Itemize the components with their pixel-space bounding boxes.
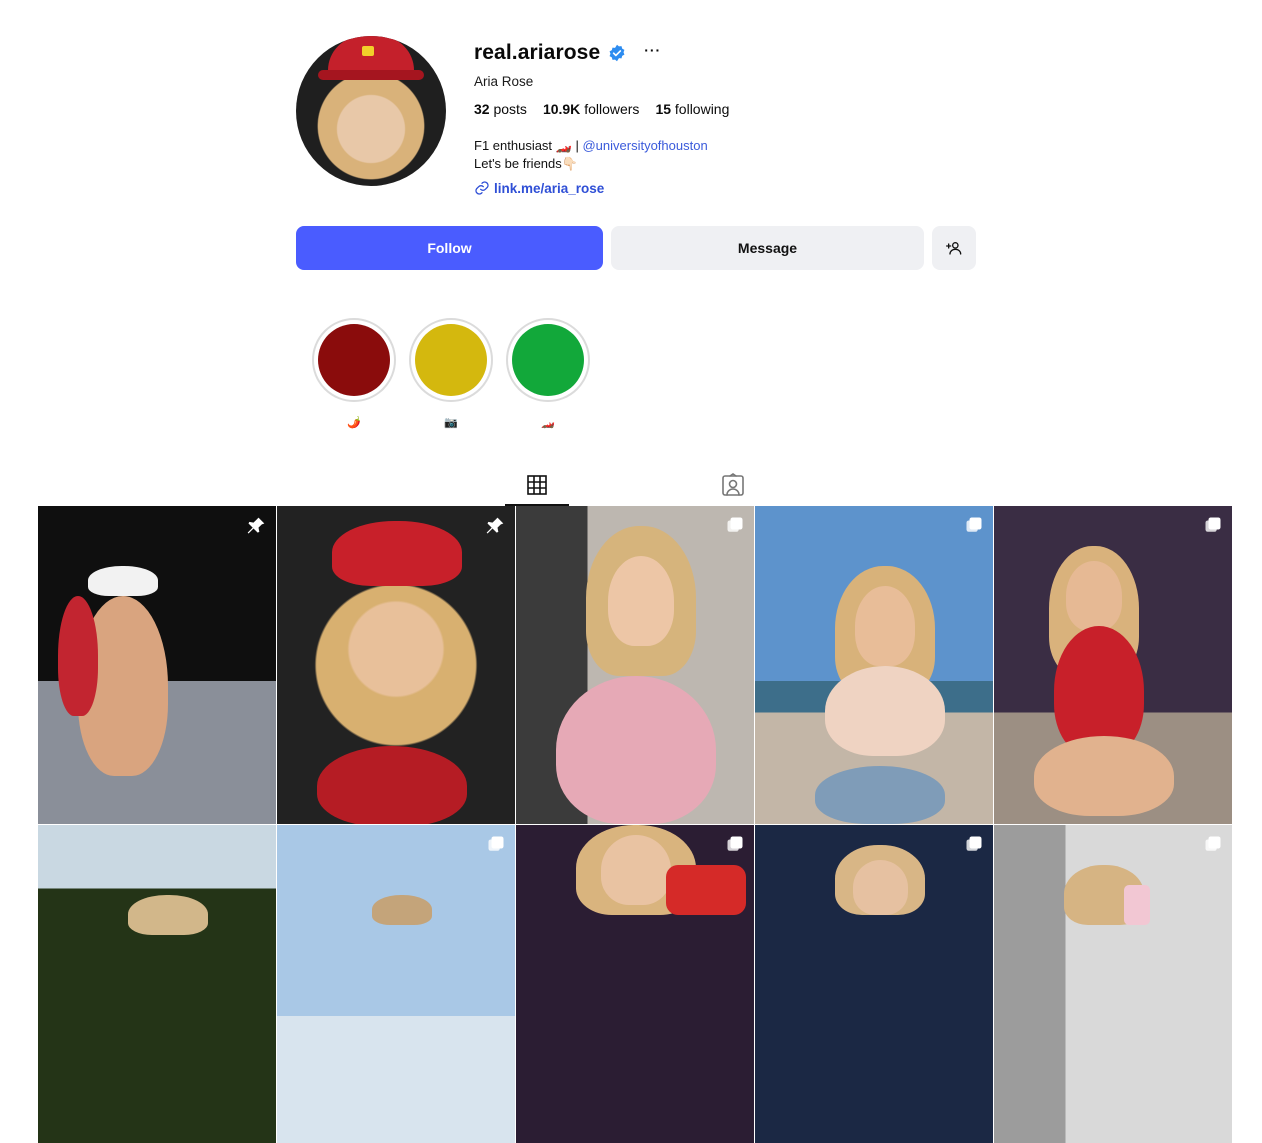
post-subject-face: [1066, 561, 1122, 631]
message-button[interactable]: Message: [611, 226, 924, 270]
tab-posts[interactable]: [505, 466, 569, 506]
post-tile[interactable]: [994, 506, 1232, 824]
highlight-label: 🌶️: [347, 417, 361, 429]
external-link-text: link.me/aria_rose: [494, 180, 605, 196]
bio-line-2: Let's be friends👇🏻: [474, 156, 578, 171]
highlight-ring: [312, 318, 396, 402]
followers-count: 10.9K: [542, 101, 581, 117]
username-row: real.ariarose ···: [474, 36, 974, 70]
highlight-cover: [318, 324, 390, 396]
highlight-cover: [415, 324, 487, 396]
post-subject-face: [853, 860, 908, 915]
post-tile[interactable]: [755, 506, 993, 824]
bio-mention-link[interactable]: @universityofhouston: [582, 138, 707, 153]
posts-label: posts: [493, 101, 527, 117]
add-person-icon: [946, 242, 962, 255]
profile-tabs: [505, 466, 765, 506]
highlight-label: 📷: [444, 417, 458, 429]
post-image: [277, 825, 515, 1143]
post-subject-outfit: [58, 596, 98, 716]
post-subject-cap: [332, 521, 462, 586]
link-icon: [475, 181, 489, 195]
post-tile[interactable]: [38, 506, 276, 824]
profile-actions: Follow Message: [296, 226, 976, 270]
post-subject-hair: [372, 895, 432, 925]
highlight-cover: [512, 324, 584, 396]
follow-button[interactable]: Follow: [296, 226, 603, 270]
tagged-icon: [722, 473, 744, 496]
post-tile[interactable]: [277, 506, 515, 824]
post-subject-face: [855, 586, 915, 666]
carousel-icon: [1204, 835, 1222, 858]
tab-tagged[interactable]: [701, 466, 765, 504]
bio-text: F1 enthusiast 🏎️ |: [474, 138, 579, 153]
following-stat[interactable]: 15 following: [655, 101, 729, 117]
post-subject-face: [601, 835, 671, 905]
bio: F1 enthusiast 🏎️ | @universityofhouston …: [474, 137, 974, 173]
external-link[interactable]: link.me/aria_rose: [474, 180, 974, 196]
pin-icon: [246, 516, 266, 541]
posts-count: 32: [474, 101, 490, 117]
carousel-icon: [726, 516, 744, 539]
carousel-icon: [487, 835, 505, 858]
username: real.ariarose: [474, 41, 601, 64]
post-tile[interactable]: [277, 825, 515, 1143]
carousel-icon: [965, 835, 983, 858]
pin-icon: [485, 516, 505, 541]
avatar-cap-logo: [362, 46, 374, 56]
post-subject-face: [608, 556, 674, 646]
carousel-icon: [726, 835, 744, 858]
grid-icon: [527, 475, 547, 495]
highlight-item[interactable]: 🏎️: [506, 318, 590, 429]
post-subject-hat: [88, 566, 158, 596]
carousel-icon: [1204, 516, 1222, 539]
followers-stat[interactable]: 10.9K followers: [543, 101, 640, 117]
following-count: 15: [655, 101, 672, 117]
profile-header: real.ariarose ··· Aria Rose 32 posts 10.…: [296, 36, 976, 206]
post-subject-shorts: [815, 766, 945, 824]
full-name: Aria Rose: [474, 74, 534, 89]
highlight-item[interactable]: 📷: [409, 318, 493, 429]
bio-line-1: F1 enthusiast 🏎️ | @universityofhouston: [474, 137, 974, 155]
avatar-cap-brim: [318, 70, 424, 80]
more-options-icon[interactable]: ···: [644, 42, 661, 58]
posts-stat: 32 posts: [474, 101, 527, 117]
post-subject-top: [317, 746, 467, 824]
post-subject-hair: [128, 895, 208, 935]
suggest-accounts-button[interactable]: [932, 226, 976, 270]
post-tile[interactable]: [516, 506, 754, 824]
following-label: following: [674, 101, 730, 117]
post-tile[interactable]: [994, 825, 1232, 1143]
highlight-ring: [409, 318, 493, 402]
profile-avatar[interactable]: [296, 36, 446, 186]
highlight-ring: [506, 318, 590, 402]
verified-badge-icon: [608, 44, 626, 62]
post-tile[interactable]: [755, 825, 993, 1143]
followers-label: followers: [584, 101, 640, 117]
profile-info: real.ariarose ··· Aria Rose 32 posts 10.…: [474, 36, 974, 196]
post-subject-phone: [666, 865, 746, 915]
post-subject-top: [825, 666, 945, 756]
post-image: [38, 825, 276, 1143]
carousel-icon: [965, 516, 983, 539]
post-tile[interactable]: [516, 825, 754, 1143]
profile-stats: 32 posts 10.9K followers 15 following: [474, 101, 974, 117]
highlight-item[interactable]: 🌶️: [312, 318, 396, 429]
posts-grid: [38, 506, 1234, 1143]
post-subject-legs: [1034, 736, 1174, 816]
post-tile[interactable]: [38, 825, 276, 1143]
post-subject-phone: [1124, 885, 1150, 925]
highlight-label: 🏎️: [541, 417, 555, 429]
post-subject-top: [556, 676, 716, 824]
